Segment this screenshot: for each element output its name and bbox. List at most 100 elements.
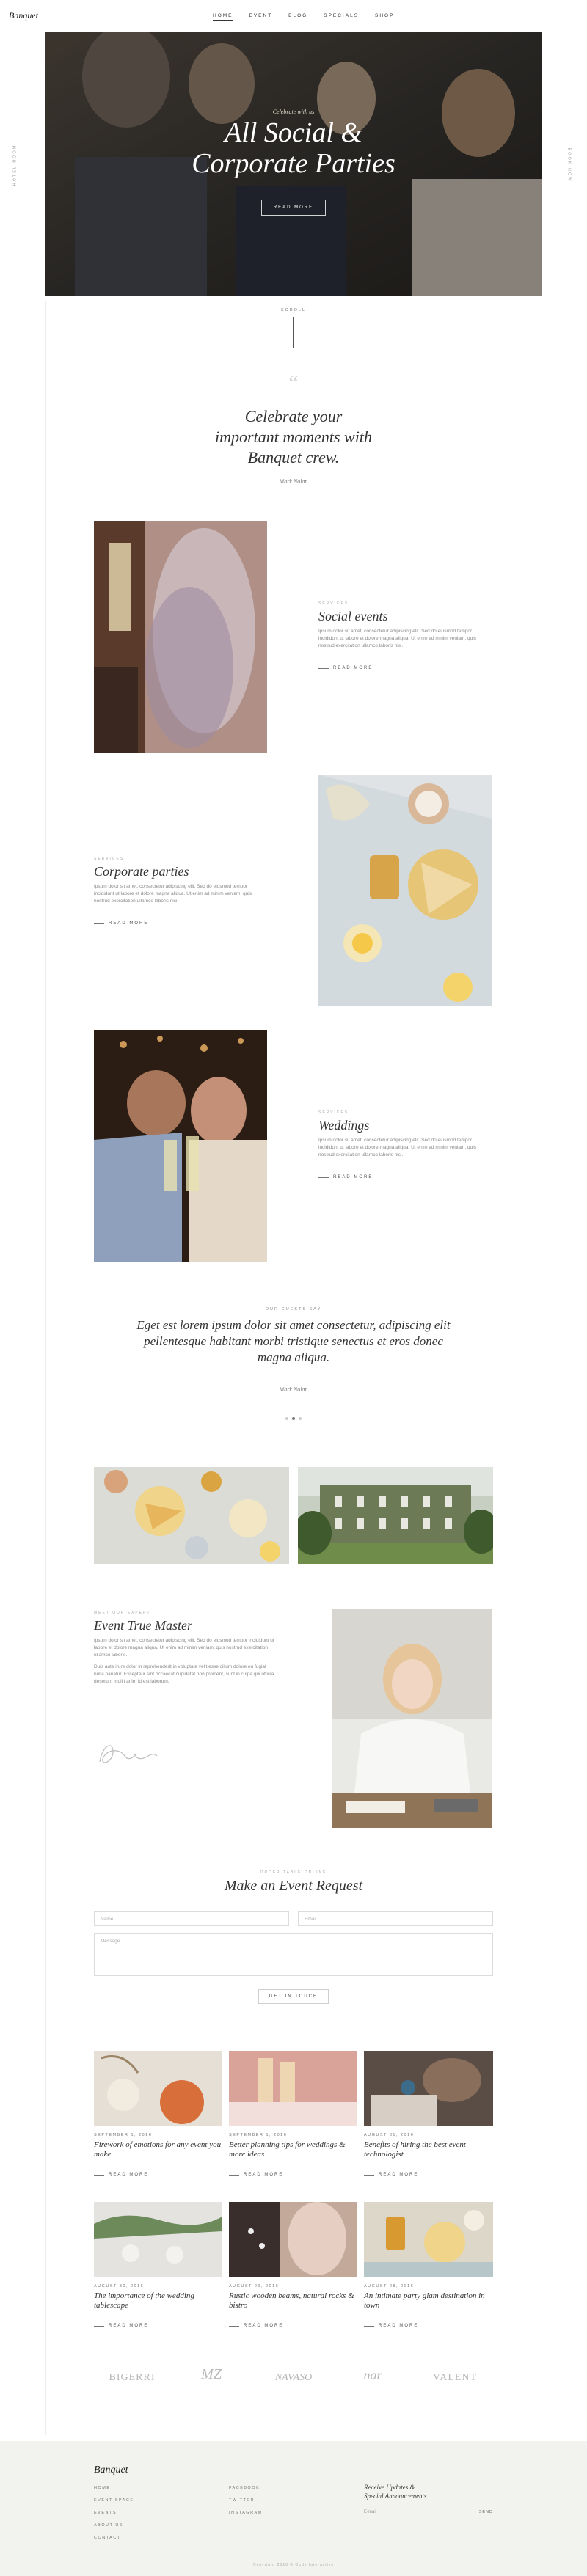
footer-link[interactable]: Instagram: [229, 2507, 263, 2520]
master-text-1: Ipsum dolor sit amet, consectetur adipis…: [94, 1638, 274, 1658]
newsletter-send-button[interactable]: Send: [474, 2510, 493, 2520]
post-image[interactable]: [94, 2202, 222, 2277]
newsletter-line2: Special Announcements: [364, 2492, 427, 2500]
read-more-label: Read More: [244, 2324, 284, 2328]
read-more-label: Read More: [333, 666, 373, 670]
nav-item-shop[interactable]: Shop: [375, 13, 394, 21]
footer-link[interactable]: Events: [94, 2507, 134, 2520]
nav-item-event[interactable]: Event: [249, 13, 273, 21]
corporate-parties-eyebrow: Services: [94, 857, 125, 861]
corporate-parties-read-more[interactable]: Read More: [94, 921, 148, 926]
social-events-text: Ipsum dolor sit amet, consectetur adipis…: [318, 629, 476, 648]
post-title[interactable]: An intimate party glam destination in to…: [364, 2291, 493, 2310]
dash-icon: [229, 2325, 239, 2327]
post-image[interactable]: [229, 2202, 357, 2277]
message-textarea[interactable]: Message: [94, 1933, 493, 1976]
post-image[interactable]: [229, 2051, 357, 2126]
form-title: Make an Event Request: [224, 1878, 363, 1894]
post-read-more[interactable]: Read More: [94, 2173, 148, 2177]
get-in-touch-button[interactable]: Get in Touch: [258, 1989, 329, 2004]
nav-item-specials[interactable]: Specials: [324, 13, 359, 21]
testimonial-eyebrow: Our Guests Say: [265, 1307, 322, 1311]
post-title[interactable]: Benefits of hiring the best event techno…: [364, 2140, 493, 2159]
testimonial-author: Mark Nolan: [279, 1386, 308, 1393]
form-eyebrow: Order Table Online: [260, 1870, 327, 1875]
read-more-label: Read More: [109, 921, 149, 926]
post-read-more[interactable]: Read More: [94, 2324, 148, 2328]
side-label-left[interactable]: Hotel Room: [12, 144, 17, 186]
master-portrait-image: [332, 1609, 492, 1828]
site-logo[interactable]: Banquet: [9, 10, 38, 21]
quote-mark-icon: “: [288, 371, 299, 395]
weddings-read-more[interactable]: Read More: [318, 1175, 373, 1179]
pagination-dot[interactable]: [285, 1417, 288, 1420]
footer-logo[interactable]: Banquet: [94, 2465, 128, 2476]
footer-link[interactable]: Twitter: [229, 2495, 263, 2507]
post-image[interactable]: [94, 2051, 222, 2126]
post-date: September 1, 2016: [94, 2133, 153, 2137]
post-image[interactable]: [364, 2051, 493, 2126]
name-input[interactable]: Name: [94, 1911, 289, 1926]
weddings-title[interactable]: Weddings: [318, 1118, 369, 1133]
dash-icon: [94, 2325, 104, 2327]
quote-line1: Celebrate your: [244, 407, 343, 425]
client-logo[interactable]: VALENT: [420, 2372, 490, 2384]
post-read-more[interactable]: Read More: [229, 2173, 283, 2177]
testimonial-line2: pellentesque habitant morbi tristique se…: [144, 1334, 443, 1348]
footer-link[interactable]: About Us: [94, 2520, 134, 2532]
hero-eyebrow: Celebrate with us: [272, 109, 315, 115]
footer-link[interactable]: Contact: [94, 2532, 134, 2544]
client-logo[interactable]: MZ: [182, 2366, 241, 2383]
post-read-more[interactable]: Read More: [364, 2324, 418, 2328]
post-title[interactable]: Firework of emotions for any event you m…: [94, 2140, 222, 2159]
post-title[interactable]: The importance of the wedding tablescape: [94, 2291, 222, 2310]
read-more-label: Read More: [244, 2173, 284, 2177]
footer-links-col2: Facebook Twitter Instagram: [229, 2482, 263, 2520]
post-date: August 30, 2016: [94, 2284, 145, 2288]
side-label-right[interactable]: Book Now: [566, 148, 571, 183]
pagination-dot[interactable]: [299, 1417, 302, 1420]
weddings-eyebrow: Services: [318, 1110, 349, 1115]
nav-item-blog[interactable]: Blog: [288, 13, 307, 21]
pagination-dot-active[interactable]: [292, 1417, 295, 1420]
post-image[interactable]: [364, 2202, 493, 2277]
social-events-eyebrow: Services: [318, 601, 349, 606]
master-eyebrow: Meet Our Expert: [94, 1611, 151, 1615]
corporate-parties-title[interactable]: Corporate parties: [94, 864, 189, 879]
footer-link[interactable]: Event Space: [94, 2495, 134, 2507]
post-date: September 1, 2016: [229, 2133, 288, 2137]
newsletter-email-input[interactable]: E-mail: [364, 2510, 474, 2520]
hero-read-more-button[interactable]: Read More: [261, 200, 326, 216]
post-read-more[interactable]: Read More: [229, 2324, 283, 2328]
post-title[interactable]: Better planning tips for weddings & more…: [229, 2140, 357, 2159]
footer-link[interactable]: Home: [94, 2482, 134, 2495]
post-read-more[interactable]: Read More: [364, 2173, 418, 2177]
scroll-label[interactable]: Scroll: [271, 308, 316, 312]
client-logo[interactable]: BIGERRI: [97, 2372, 167, 2384]
dash-icon: [94, 2174, 104, 2176]
gallery-venue-image: [298, 1467, 493, 1564]
master-text-2: Duis aute irure dolor in reprehenderit i…: [94, 1664, 274, 1684]
dash-icon: [229, 2174, 239, 2176]
testimonial-line1: Eget est lorem ipsum dolor sit amet cons…: [136, 1318, 451, 1332]
dash-icon: [94, 923, 104, 924]
email-input[interactable]: Email: [298, 1911, 493, 1926]
social-events-title[interactable]: Social events: [318, 609, 387, 624]
post-title[interactable]: Rustic wooden beams, natural rocks & bis…: [229, 2291, 357, 2310]
newsletter-line1: Receive Updates &: [364, 2484, 415, 2491]
client-logo[interactable]: NAVASO: [258, 2372, 329, 2384]
nav-item-home[interactable]: Home: [213, 13, 233, 21]
client-logo[interactable]: nar: [343, 2368, 402, 2383]
social-events-read-more[interactable]: Read More: [318, 666, 373, 670]
gallery-food-image: [94, 1467, 289, 1564]
footer-links-col1: Home Event Space Events About Us Contact: [94, 2482, 134, 2544]
read-more-label: Read More: [379, 2173, 419, 2177]
master-title: Event True Master: [94, 1618, 192, 1633]
testimonial-line3: magna aliqua.: [257, 1350, 330, 1364]
footer-link[interactable]: Facebook: [229, 2482, 263, 2495]
quote-author: Mark Nolan: [279, 478, 308, 485]
post-date: August 28, 2016: [364, 2284, 415, 2288]
quote-line2: important moments with: [215, 428, 372, 446]
dash-icon: [364, 2174, 374, 2176]
dash-icon: [318, 667, 329, 669]
